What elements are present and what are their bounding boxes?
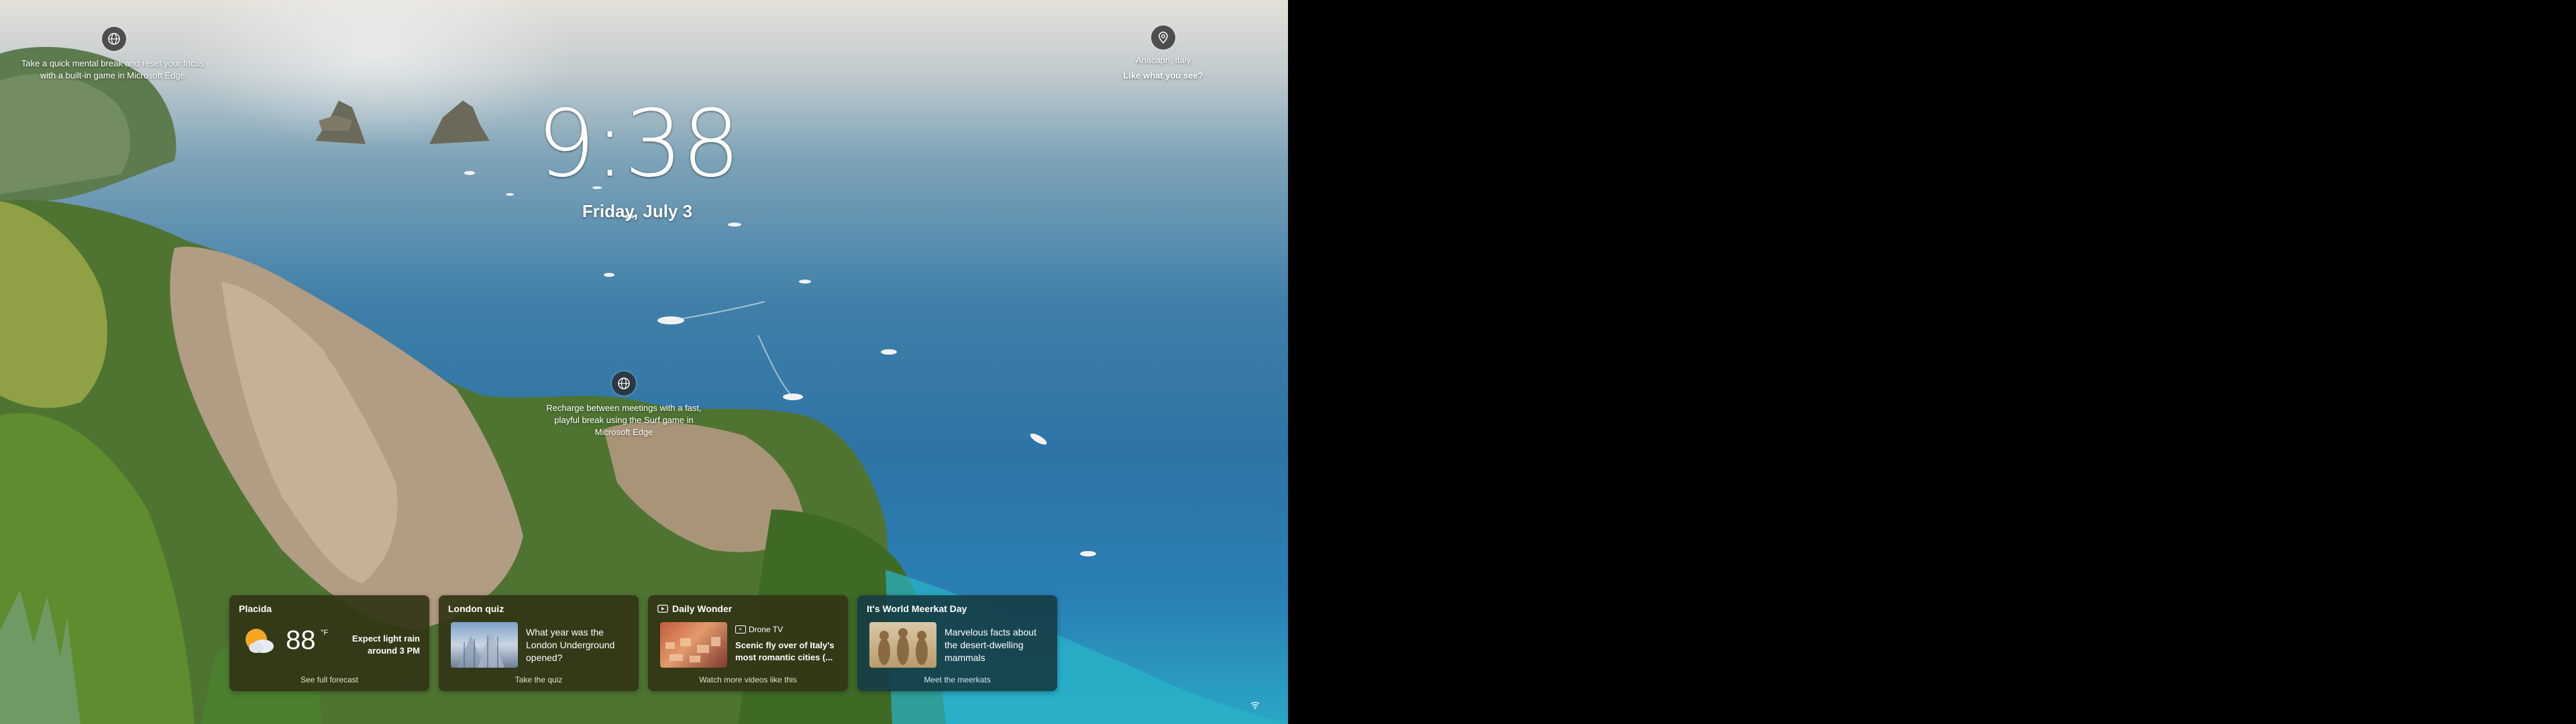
globe-icon [108, 33, 120, 45]
daily-wonder-link[interactable]: Watch more videos like this [648, 675, 848, 684]
location-name: Anacapri, Italy [1135, 55, 1191, 65]
location-pin-button[interactable] [1151, 25, 1175, 50]
wifi-icon[interactable] [1250, 701, 1260, 709]
meerkat-day-body: Marvelous facts about the desert-dwellin… [945, 627, 1036, 663]
edge-game-hotspot-middle[interactable] [612, 371, 636, 396]
weather-unit: °F [321, 629, 329, 637]
quiz-link[interactable]: Take the quiz [439, 675, 639, 684]
daily-wonder-widget[interactable]: Daily Wonder ▸ Drone TV Scenic fly over … [648, 595, 848, 691]
weather-widget[interactable]: Placida 88 °F Expect light rain around 3… [229, 595, 429, 691]
location-pin-icon [1159, 32, 1168, 44]
weather-temperature: 88 [286, 625, 316, 655]
meerkat-day-link[interactable]: Meet the meerkats [857, 675, 1057, 684]
like-what-you-see-link[interactable]: Like what you see? [1096, 70, 1230, 80]
daily-wonder-thumbnail [660, 622, 727, 668]
daily-wonder-title: Daily Wonder [672, 603, 733, 614]
secondary-display-off [1288, 0, 2576, 724]
edge-game-hotspot-middle-text: Recharge between meetings with a fast, p… [546, 403, 702, 437]
meerkat-thumbnail [869, 622, 936, 668]
lock-clock-time: 9:38 [537, 90, 741, 198]
weather-forecast-link[interactable]: See full forecast [229, 675, 429, 684]
weather-location: Placida [239, 603, 272, 614]
daily-wonder-source: Drone TV [749, 625, 784, 634]
quiz-question: What year was the London Underground ope… [526, 627, 615, 663]
partly-cloudy-icon [246, 629, 274, 653]
lock-screen: Take a quick mental break and reset your… [0, 0, 1288, 724]
quiz-thumbnail [451, 622, 518, 668]
video-icon [657, 605, 668, 613]
edge-game-hotspot-top[interactable] [102, 27, 126, 51]
spotlight-info[interactable]: Anacapri, Italy Like what you see? [1096, 25, 1230, 80]
globe-icon [618, 377, 630, 389]
quiz-title: London quiz [448, 603, 504, 614]
weather-forecast: Expect light rain around 3 PM [352, 634, 420, 656]
drone-tv-logo: ▸ [735, 625, 746, 634]
quiz-widget[interactable]: London quiz What year was the London Und… [439, 595, 639, 691]
lock-clock-date: Friday, July 3 [582, 201, 693, 221]
edge-game-hotspot-top-text: Take a quick mental break and reset your… [21, 58, 205, 80]
meerkat-day-widget[interactable]: It's World Meerkat Day Marvelous facts a… [857, 595, 1057, 691]
daily-wonder-headline: Scenic fly over of Italy's most romantic… [735, 640, 835, 662]
meerkat-day-title: It's World Meerkat Day [867, 603, 967, 614]
